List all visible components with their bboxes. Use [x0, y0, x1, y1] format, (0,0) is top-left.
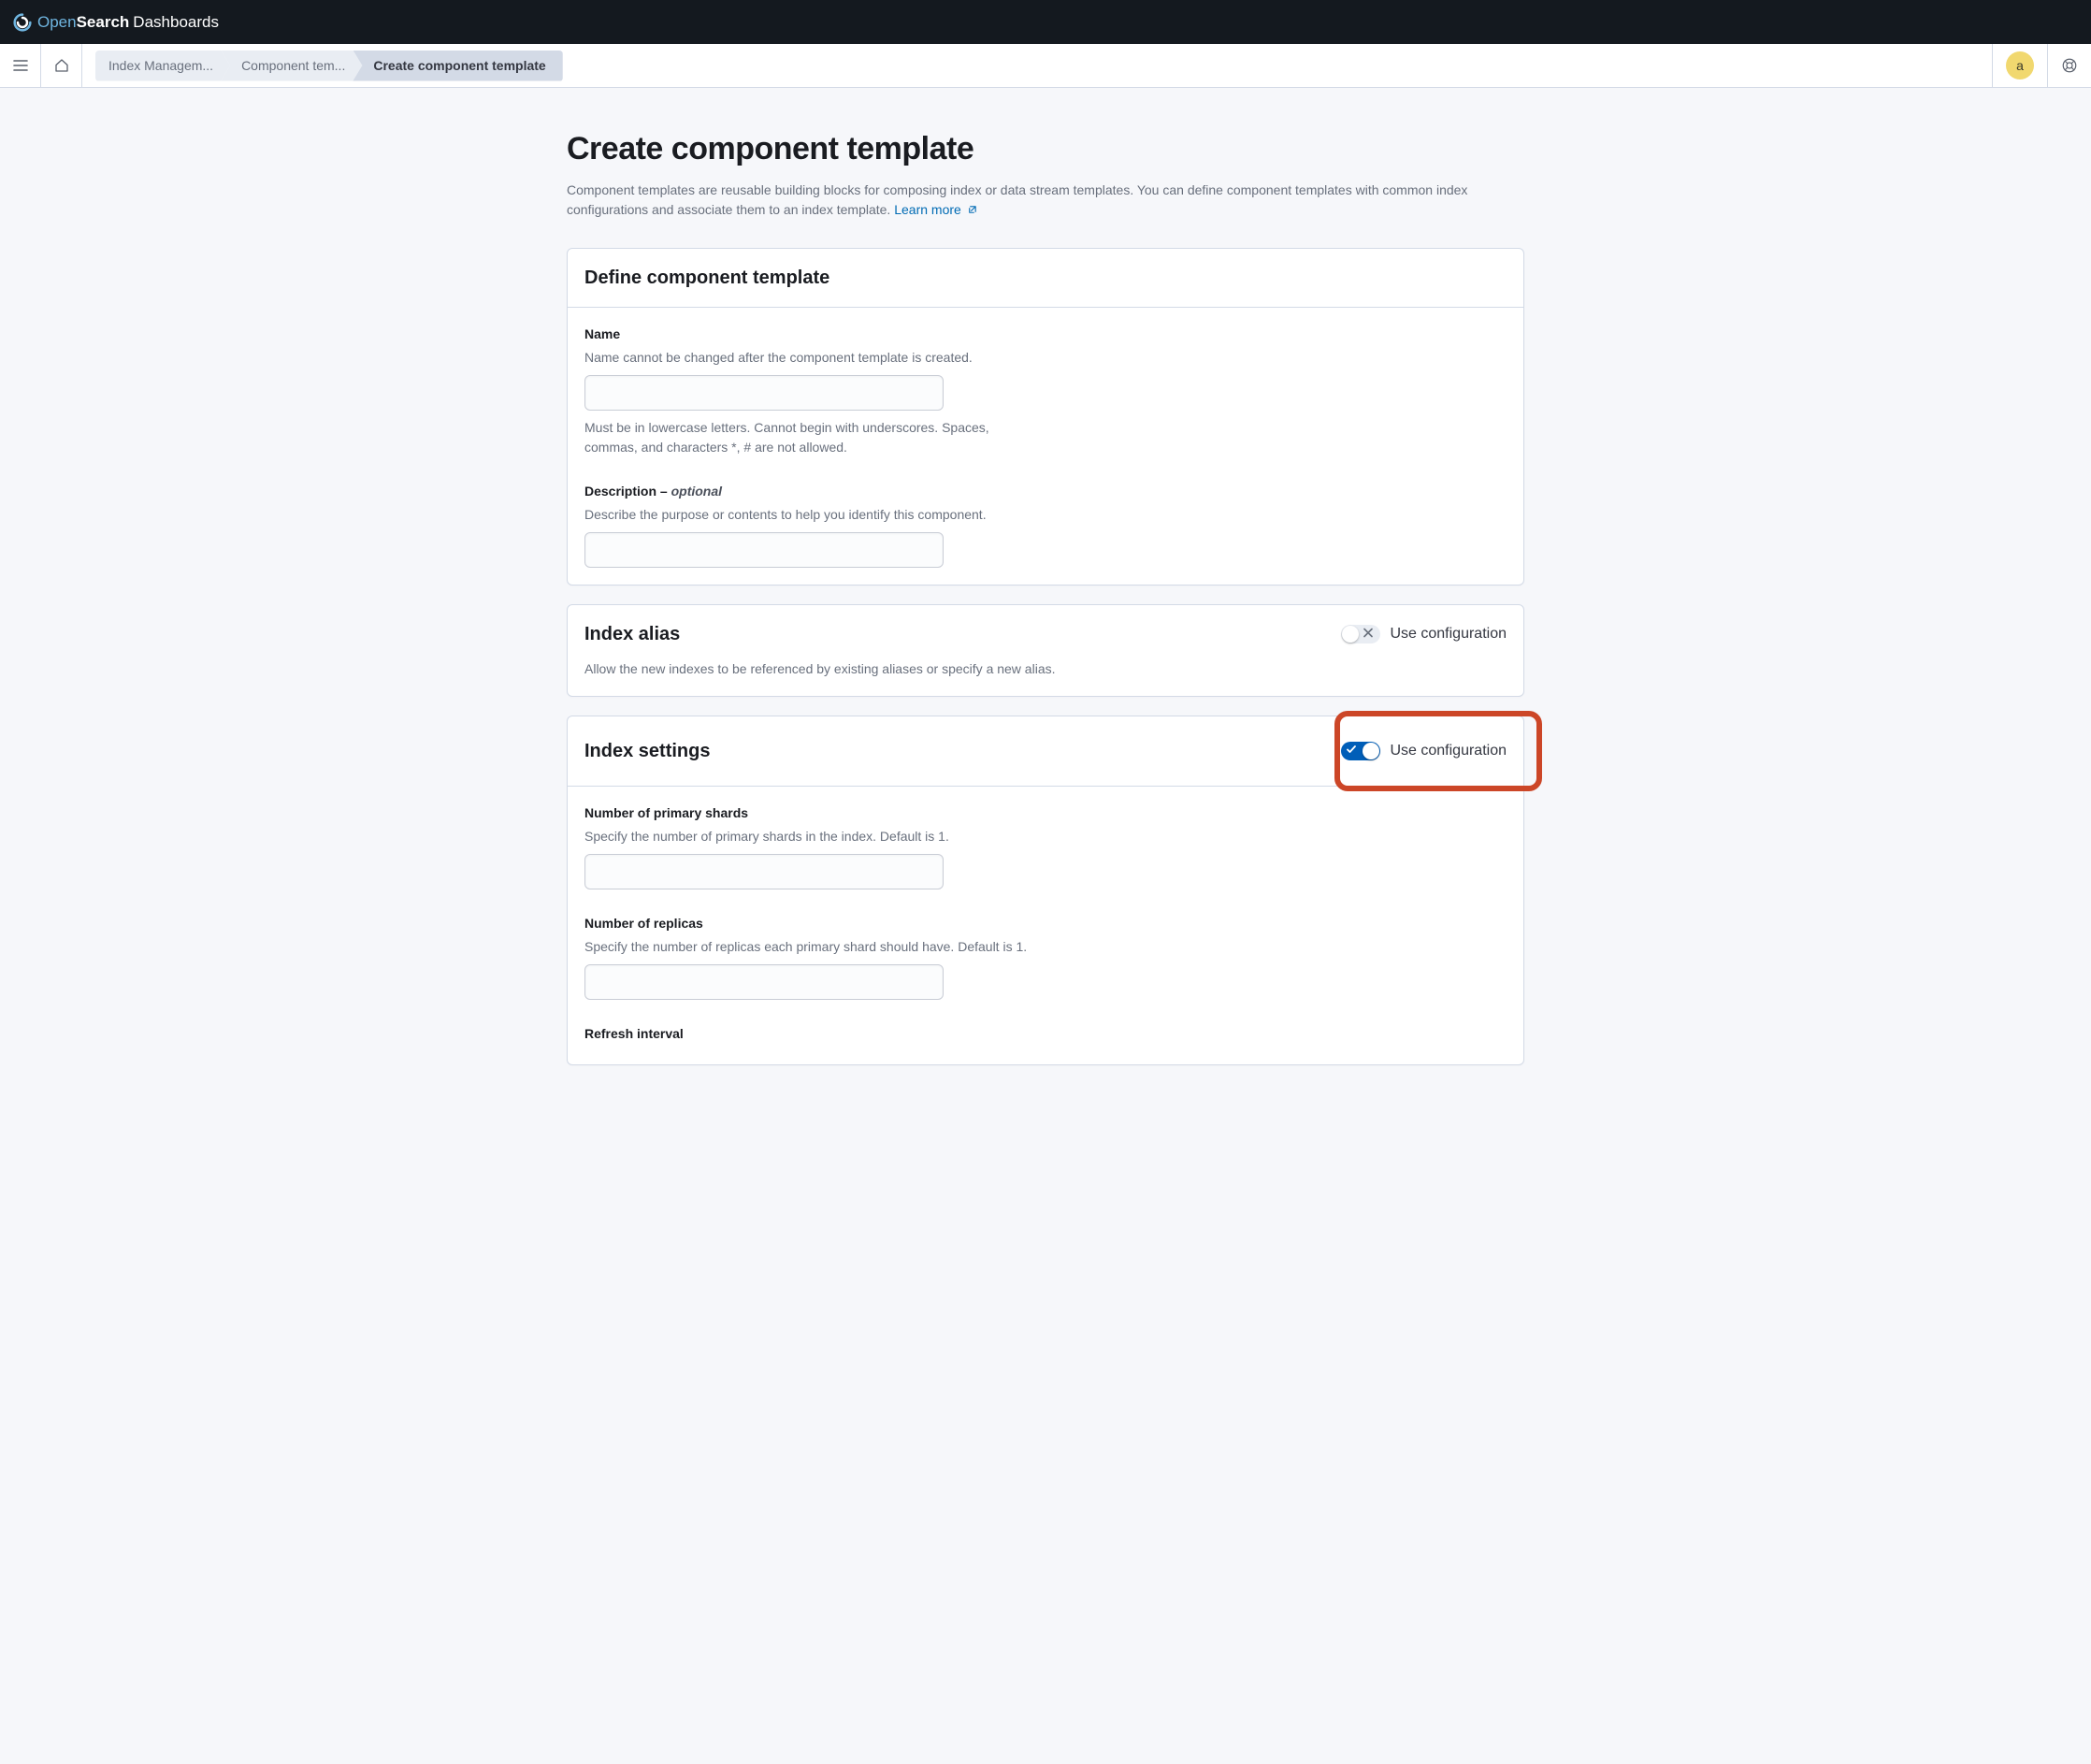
alias-toggle-label: Use configuration	[1390, 623, 1507, 645]
help-button[interactable]	[2061, 57, 2078, 74]
settings-toggle[interactable]	[1341, 742, 1380, 760]
x-icon	[1363, 629, 1373, 641]
panel-settings-header: Index settings Use configuration	[568, 716, 1523, 787]
name-row: Name Name cannot be changed after the co…	[584, 325, 1052, 457]
learn-more-text: Learn more	[894, 202, 961, 217]
alias-toggle[interactable]	[1341, 625, 1380, 643]
panel-alias-header: Index alias Use configuration	[568, 605, 1523, 663]
toggle-thumb	[1342, 626, 1359, 643]
panel-index-settings: Index settings Use configuration Number …	[567, 716, 1524, 1065]
name-hint: Must be in lowercase letters. Cannot beg…	[584, 418, 1033, 457]
home-button[interactable]	[41, 44, 82, 87]
settings-toggle-label: Use configuration	[1390, 740, 1507, 762]
description-help: Describe the purpose or contents to help…	[584, 505, 1052, 525]
brand-dashboards: Dashboards	[133, 13, 219, 31]
panel-alias-sub: Allow the new indexes to be referenced b…	[568, 659, 1523, 696]
home-icon	[54, 58, 69, 73]
replicas-label: Number of replicas	[584, 914, 1052, 933]
description-row: Description – optional Describe the purp…	[584, 482, 1052, 568]
panel-alias-title: Index alias	[584, 620, 680, 648]
brand-header: OpenSearchDashboards	[0, 0, 2091, 44]
opensearch-logo-icon	[13, 13, 32, 32]
panel-settings-body: Number of primary shards Specify the num…	[568, 787, 1523, 1064]
nav-right: a	[1979, 44, 2091, 87]
page-title: Create component template	[567, 125, 1524, 173]
alias-toggle-wrap: Use configuration	[1341, 623, 1507, 645]
check-icon	[1347, 745, 1356, 758]
description-label-text: Description –	[584, 484, 671, 499]
brand-open: Open	[37, 13, 77, 31]
panel-define-header: Define component template	[568, 249, 1523, 308]
name-label: Name	[584, 325, 1052, 344]
nav-bar: Index Managem... Component tem... Create…	[0, 44, 2091, 88]
shards-label: Number of primary shards	[584, 803, 1052, 823]
description-optional: optional	[671, 484, 722, 499]
page-description-text: Component templates are reusable buildin…	[567, 182, 1467, 217]
breadcrumb-index-management[interactable]: Index Managem...	[95, 51, 230, 81]
refresh-label: Refresh interval	[584, 1024, 1052, 1044]
refresh-row: Refresh interval	[584, 1024, 1052, 1044]
learn-more-link[interactable]: Learn more	[894, 202, 976, 217]
shards-row: Number of primary shards Specify the num…	[584, 803, 1052, 889]
menu-button[interactable]	[0, 44, 41, 87]
description-label: Description – optional	[584, 482, 1052, 501]
panel-define-body: Name Name cannot be changed after the co…	[568, 308, 1523, 585]
lifebuoy-icon	[2061, 57, 2078, 74]
page-content: Create component template Component temp…	[567, 88, 1524, 1144]
brand-search: Search	[77, 13, 130, 31]
breadcrumb-create-component-template[interactable]: Create component template	[353, 51, 562, 81]
replicas-row: Number of replicas Specify the number of…	[584, 914, 1052, 1000]
description-input[interactable]	[584, 532, 944, 568]
settings-toggle-wrap: Use configuration	[1341, 740, 1507, 762]
avatar[interactable]: a	[2006, 51, 2034, 80]
name-help: Name cannot be changed after the compone…	[584, 348, 1052, 368]
hamburger-icon	[13, 58, 28, 73]
shards-help: Specify the number of primary shards in …	[584, 827, 1052, 846]
brand-logo[interactable]: OpenSearchDashboards	[13, 10, 219, 35]
nav-divider	[2047, 44, 2048, 87]
panel-index-alias: Index alias Use configuration Allow the …	[567, 604, 1524, 697]
shards-input[interactable]	[584, 854, 944, 889]
page-description: Component templates are reusable buildin…	[567, 181, 1524, 220]
breadcrumb-component-templates[interactable]: Component tem...	[221, 51, 362, 81]
replicas-help: Specify the number of replicas each prim…	[584, 937, 1052, 957]
nav-divider	[1992, 44, 1993, 87]
external-link-icon	[967, 205, 977, 215]
panel-define-title: Define component template	[584, 264, 829, 292]
panel-settings-title: Index settings	[584, 737, 710, 765]
replicas-input[interactable]	[584, 964, 944, 1000]
name-input[interactable]	[584, 375, 944, 411]
breadcrumb: Index Managem... Component tem... Create…	[82, 51, 1979, 81]
toggle-thumb	[1363, 743, 1379, 759]
panel-define-template: Define component template Name Name cann…	[567, 248, 1524, 586]
